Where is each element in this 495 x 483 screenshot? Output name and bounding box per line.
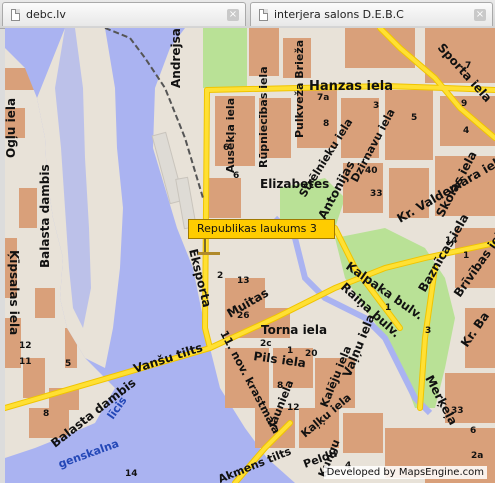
svg-text:14: 14 [125, 469, 138, 479]
svg-text:11: 11 [19, 357, 32, 367]
street-label: Andrejsala [169, 28, 183, 88]
svg-text:2: 2 [217, 271, 223, 281]
svg-text:8: 8 [43, 409, 49, 419]
svg-text:9: 9 [461, 99, 467, 109]
svg-text:1: 1 [463, 251, 469, 261]
svg-text:4: 4 [463, 126, 469, 136]
tab-bar: debc.lv × interjera salons D.E.B.C × [0, 0, 495, 29]
svg-text:7a: 7a [317, 93, 329, 103]
svg-text:33: 33 [370, 189, 383, 199]
map-canvas: Andrejsala Rūpniecības iela Pulkveža Bri… [5, 28, 495, 483]
svg-text:1: 1 [287, 346, 293, 356]
svg-text:5: 5 [411, 113, 417, 123]
street-label: Rūpniecības iela [257, 66, 270, 168]
svg-text:26: 26 [237, 311, 250, 321]
svg-text:20: 20 [305, 349, 318, 359]
svg-text:12: 12 [287, 403, 300, 413]
page-icon [11, 8, 20, 21]
street-label: Ķīpsalas iela [7, 250, 21, 335]
svg-text:40: 40 [365, 166, 378, 176]
street-label: Ausekļa iela [224, 98, 237, 173]
map-view[interactable]: Andrejsala Rūpniecības iela Pulkveža Bri… [5, 28, 495, 483]
svg-text:14: 14 [445, 236, 458, 246]
tab-debc[interactable]: debc.lv × [2, 2, 246, 26]
svg-text:5: 5 [65, 359, 71, 369]
map-credit[interactable]: Developed by MapsEngine.com [323, 466, 487, 479]
tab-interjera-salons[interactable]: interjera salons D.E.B.C × [250, 2, 493, 26]
street-label: Balasta dambis [38, 164, 52, 268]
svg-text:6: 6 [470, 426, 476, 436]
street-label: Elizabetes [260, 177, 329, 191]
tab-label: interjera salons D.E.B.C [274, 8, 404, 21]
svg-text:6: 6 [223, 143, 229, 153]
page-icon [259, 8, 268, 21]
svg-text:1: 1 [385, 303, 391, 313]
svg-text:7: 7 [465, 61, 471, 71]
marker-popup[interactable]: Republikas laukums 3 [188, 219, 335, 239]
svg-text:8: 8 [323, 119, 329, 129]
svg-text:33: 33 [451, 406, 464, 416]
close-icon[interactable]: × [227, 8, 239, 21]
svg-text:3: 3 [425, 326, 431, 336]
street-label: Hanzas iela [309, 79, 393, 94]
close-icon[interactable]: × [474, 8, 486, 21]
svg-text:13: 13 [237, 276, 250, 286]
street-label: Pulkveža Brieža [293, 40, 306, 138]
svg-text:12: 12 [19, 341, 32, 351]
svg-text:6: 6 [233, 171, 239, 181]
svg-text:2c: 2c [260, 339, 272, 349]
location-marker[interactable] [198, 252, 220, 255]
svg-text:2a: 2a [471, 451, 483, 461]
street-label: Ogļu iela [5, 98, 18, 158]
svg-text:8: 8 [277, 381, 283, 391]
tab-label: debc.lv [26, 8, 66, 21]
street-label: Torna iela [261, 323, 327, 337]
svg-text:3: 3 [373, 101, 379, 111]
